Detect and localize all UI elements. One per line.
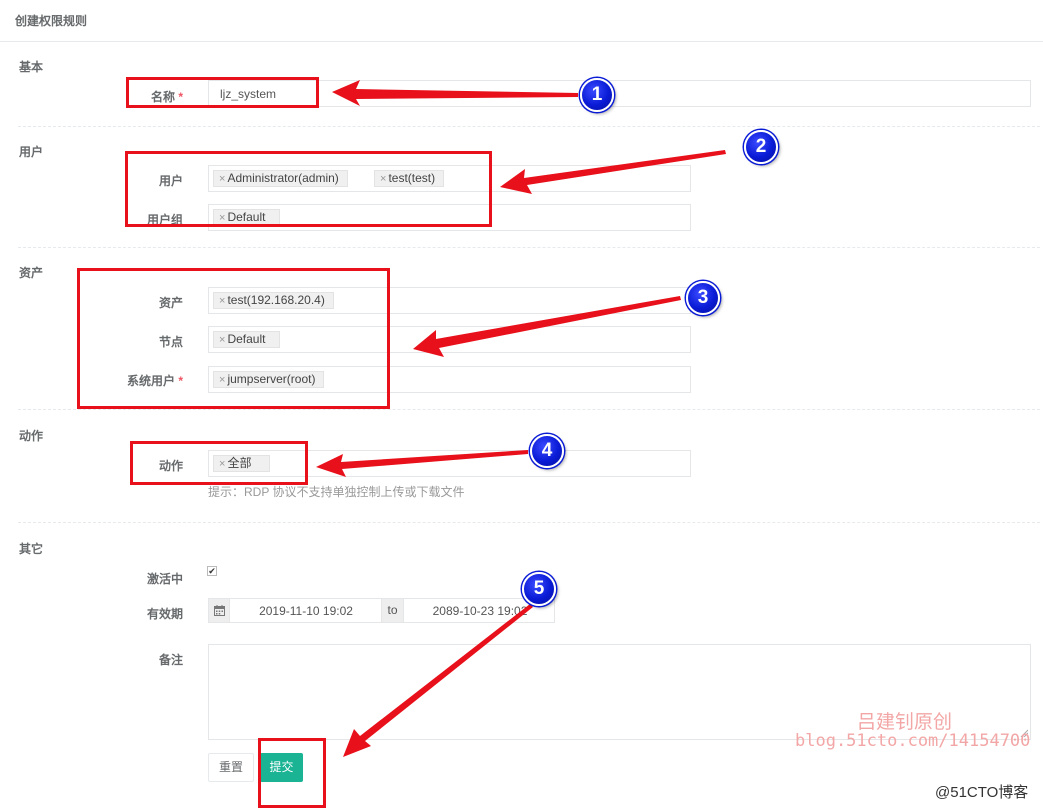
arrow-3 <box>413 296 681 357</box>
annotation-arrows <box>316 80 726 757</box>
annotation-badge-4: 4 <box>530 434 564 468</box>
annotation-badge-2: 2 <box>744 130 778 164</box>
arrow-2 <box>500 150 726 194</box>
arrow-4 <box>316 450 528 477</box>
annotation-badge-1: 1 <box>580 78 614 112</box>
arrow-5 <box>343 604 533 757</box>
annotation-badge-3: 3 <box>686 281 720 315</box>
arrow-1 <box>332 80 578 106</box>
annotation-badge-5: 5 <box>522 572 556 606</box>
